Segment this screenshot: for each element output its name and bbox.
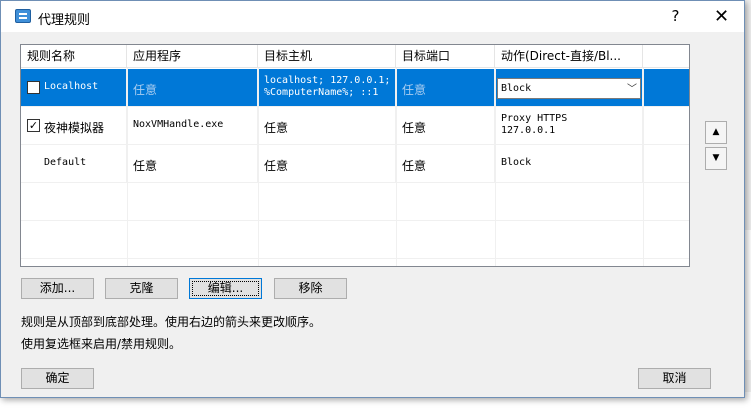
clone-button[interactable]: 克隆: [105, 278, 178, 299]
column-header-action[interactable]: 动作(Direct-直接/Bl...: [495, 45, 643, 68]
rule-name: Localhost: [44, 81, 99, 92]
cancel-button[interactable]: 取消: [638, 368, 711, 389]
target-host-value: 任意: [264, 121, 289, 135]
order-hint-text: 规则是从顶部到底部处理。使用右边的箭头来更改顺序。: [21, 315, 322, 329]
title-bar: 代理规则 ? ✕: [1, 1, 744, 32]
target-host-value: localhost; 127.0.0.1; %ComputerName%; ::…: [264, 75, 391, 98]
action-value: Proxy HTTPS 127.0.0.1: [501, 113, 568, 136]
edit-button[interactable]: 编辑...: [189, 278, 262, 299]
proxy-rules-dialog: 代理规则 ? ✕ 规则名称 应用程序 目标主机 目标端口 动作(Direct-直…: [0, 0, 745, 398]
column-header-target-port[interactable]: 目标端口: [396, 45, 495, 68]
rule-name: Default: [44, 157, 87, 168]
chevron-down-icon: ﹀: [627, 84, 637, 95]
table-row-empty: [21, 221, 689, 259]
add-button[interactable]: 添加...: [21, 278, 94, 299]
app-icon: [15, 9, 31, 23]
table-row-nox[interactable]: ✓ 夜神模拟器 NoxVMHandle.exe 任意 任意 Proxy HTTP…: [21, 107, 689, 145]
ok-button[interactable]: 确定: [21, 368, 94, 389]
application-value: NoxVMHandle.exe: [133, 119, 224, 130]
move-down-button[interactable]: ▼: [705, 147, 727, 170]
dialog-title: 代理规则: [38, 13, 91, 28]
column-header-application[interactable]: 应用程序: [127, 45, 258, 68]
table-header: 规则名称 应用程序 目标主机 目标端口 动作(Direct-直接/Bl...: [21, 45, 689, 68]
help-button[interactable]: ?: [653, 1, 698, 32]
table-row-localhost[interactable]: Localhost 任意 localhost; 127.0.0.1; %Comp…: [21, 69, 689, 107]
table-row-empty: [21, 183, 689, 221]
action-dropdown[interactable]: Block ﹀: [497, 78, 641, 99]
target-host-value: 任意: [264, 159, 289, 173]
application-value: 任意: [133, 159, 158, 173]
target-port-value: 任意: [402, 159, 427, 173]
column-header-target-host[interactable]: 目标主机: [258, 45, 396, 68]
rule-name: 夜神模拟器: [44, 121, 105, 135]
application-value: 任意: [133, 83, 158, 97]
remove-button[interactable]: 移除: [274, 278, 347, 299]
table-row-default[interactable]: Default 任意 任意 任意 Block: [21, 145, 689, 183]
enable-checkbox-localhost[interactable]: [27, 81, 40, 94]
target-port-value: 任意: [402, 83, 427, 97]
target-port-value: 任意: [402, 121, 427, 135]
enable-checkbox-nox[interactable]: ✓: [27, 119, 40, 132]
close-button[interactable]: ✕: [699, 1, 744, 32]
move-up-button[interactable]: ▲: [705, 121, 727, 144]
checkbox-hint-text: 使用复选框来启用/禁用规则。: [21, 337, 182, 351]
column-header-rule-name[interactable]: 规则名称: [21, 45, 127, 68]
rules-table: 规则名称 应用程序 目标主机 目标端口 动作(Direct-直接/Bl... L…: [20, 44, 690, 267]
action-value: Block: [501, 157, 532, 168]
